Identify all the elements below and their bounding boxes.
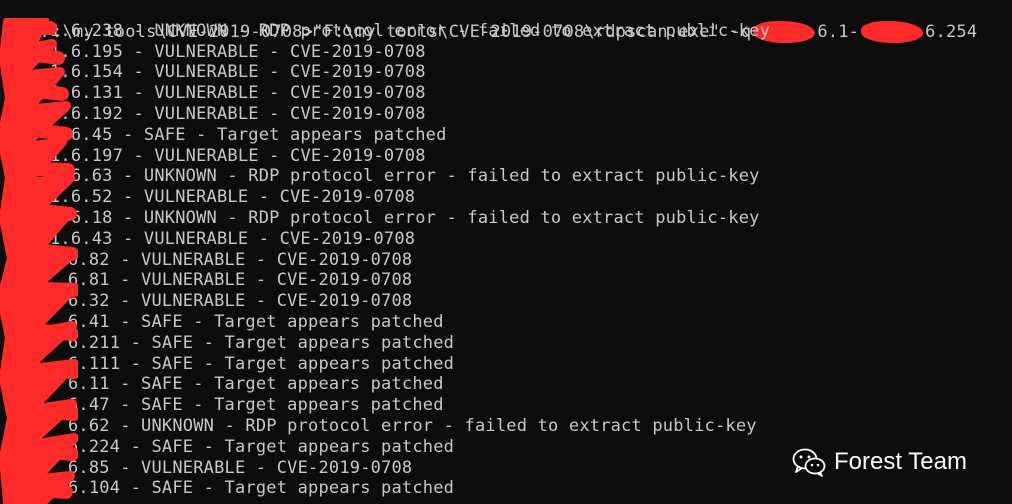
scan-result: - UNKNOWN - RDP protocol error - failed …: [112, 166, 760, 187]
scan-result: - SAFE - Target appears patched: [109, 395, 444, 416]
scan-result: - SAFE - Target appears patched: [109, 312, 444, 332]
scan-result-line: 1.6.238 - UNKNOWN - RDP protocol error -…: [50, 21, 770, 42]
redaction-scribble: [0, 18, 78, 504]
scan-result-line: 1.6.43 - VULNERABLE - CVE-2019-0708: [50, 229, 415, 250]
scan-result: - VULNERABLE - CVE-2019-0708: [109, 291, 413, 312]
command-range-start: 6.1-: [817, 21, 860, 42]
scan-result: - VULNERABLE - CVE-2019-0708: [112, 228, 416, 249]
scan-result: - SAFE - Target appears patched: [120, 332, 455, 353]
command-line: F:\my tools\CVE-2019-0708>"F:\my tools\C…: [0, 0, 977, 43]
scan-result: - VULNERABLE - CVE-2019-0708: [109, 249, 413, 270]
scan-result-line: 6.47 - SAFE - Target appears patched: [68, 395, 444, 416]
scan-result: - VULNERABLE - CVE-2019-0708: [109, 457, 413, 478]
scan-result: - VULNERABLE - CVE-2019-0708: [123, 62, 426, 83]
scan-result-line: 6.11 - SAFE - Target appears patched: [68, 374, 444, 395]
scan-result-line: 1.6.52 - VULNERABLE - CVE-2019-0708: [50, 187, 415, 208]
scan-result: - UNKNOWN - RDP protocol error - failed …: [109, 416, 757, 436]
scan-result-line: 6.82 - VULNERABLE - CVE-2019-0708: [68, 250, 412, 271]
scan-result: - VULNERABLE - CVE-2019-0708: [123, 41, 426, 62]
scan-result-line: 1.6.45 - SAFE - Target appears patched: [50, 125, 447, 146]
scan-result-line: 6.62 - UNKNOWN - RDP protocol error - fa…: [68, 416, 757, 437]
scan-result: - SAFE - Target appears patched: [120, 478, 455, 499]
scan-result: - VULNERABLE - CVE-2019-0708: [123, 83, 426, 104]
command-range-end: 6.254: [925, 21, 978, 42]
scan-result-line: 1.6.192 - VULNERABLE - CVE-2019-0708: [50, 104, 426, 125]
scan-result-line: 1.6.195 - VULNERABLE - CVE-2019-0708: [50, 42, 426, 63]
wechat-icon: [792, 448, 826, 477]
scan-result-line: 6.32 - VULNERABLE - CVE-2019-0708: [68, 291, 412, 312]
scan-result: - SAFE - Target appears patched: [120, 436, 455, 457]
redaction-mark: [861, 20, 924, 43]
scan-result-line: 1.6.63 - UNKNOWN - RDP protocol error - …: [50, 166, 760, 187]
terminal-window[interactable]: F:\my tools\CVE-2019-0708>"F:\my tools\C…: [0, 0, 1012, 504]
scan-result: - VULNERABLE - CVE-2019-0708: [123, 104, 426, 124]
scan-result: - SAFE - Target appears patched: [112, 124, 447, 145]
scan-result: - SAFE - Target appears patched: [109, 374, 444, 395]
scan-result: - UNKNOWN - RDP protocol error - failed …: [123, 20, 771, 41]
scan-result: - VULNERABLE - CVE-2019-0708: [112, 187, 416, 208]
scan-result-line: 6.81 - VULNERABLE - CVE-2019-0708: [68, 270, 412, 291]
scan-result-line: 6.41 - SAFE - Target appears patched: [68, 312, 444, 333]
scan-result-line: 1.6.197 - VULNERABLE - CVE-2019-0708: [50, 146, 426, 167]
scan-result-line: 1.6.18 - UNKNOWN - RDP protocol error - …: [50, 208, 760, 229]
scan-result: - SAFE - Target appears patched: [120, 353, 455, 374]
scan-result-line: 1.6.154 - VULNERABLE - CVE-2019-0708: [50, 62, 426, 83]
scan-result: - VULNERABLE - CVE-2019-0708: [109, 270, 413, 291]
scan-result-line: 6.85 - VULNERABLE - CVE-2019-0708: [68, 458, 412, 479]
scan-result-line: 6.224 - SAFE - Target appears patched: [68, 437, 454, 458]
scan-result-line: 6.104 - SAFE - Target appears patched: [68, 478, 454, 499]
scan-result-line: 6.211 - SAFE - Target appears patched: [68, 333, 454, 354]
watermark: Forest Team: [792, 446, 967, 478]
scan-result-line: 6.111 - SAFE - Target appears patched: [68, 354, 454, 375]
scan-result: - VULNERABLE - CVE-2019-0708: [123, 145, 426, 166]
scan-result-line: 1.6.131 - VULNERABLE - CVE-2019-0708: [50, 83, 426, 104]
scan-result: - UNKNOWN - RDP protocol error - failed …: [112, 208, 760, 228]
watermark-text: Forest Team: [834, 448, 967, 475]
